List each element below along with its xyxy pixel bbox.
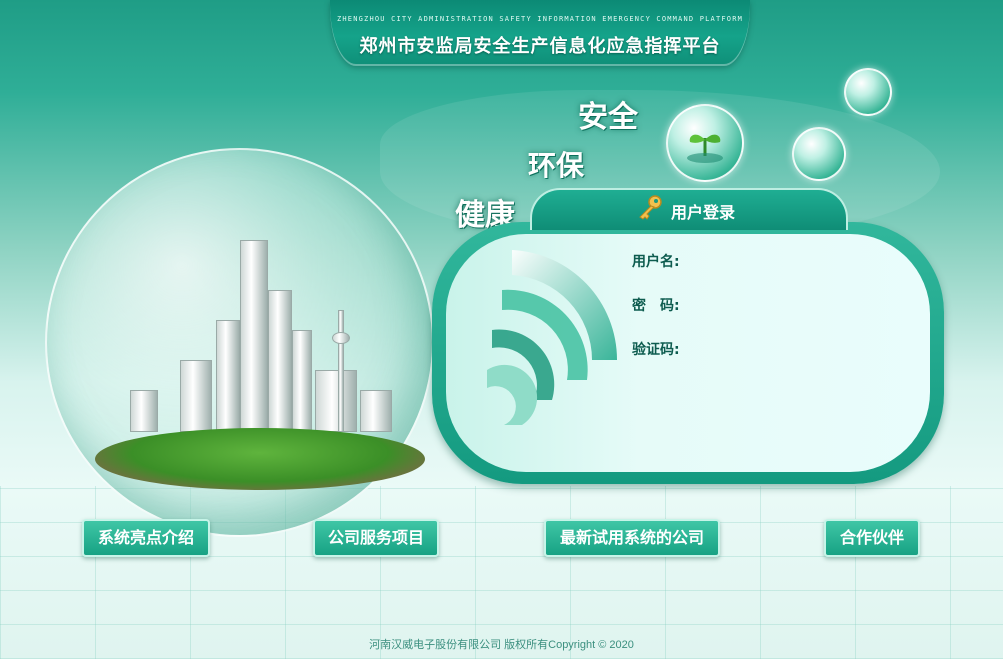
slogan-environment: 环保 <box>528 149 585 182</box>
page-title: 郑州市安监局安全生产信息化应急指挥平台 <box>359 36 721 57</box>
captcha-input[interactable] <box>690 336 899 360</box>
password-label: 密 码: <box>632 298 680 314</box>
services-button[interactable]: 公司服务项目 <box>313 519 439 557</box>
highlights-button[interactable]: 系统亮点介绍 <box>82 519 210 557</box>
city-illustration <box>110 240 410 440</box>
username-input[interactable] <box>690 248 899 272</box>
slogan-safety: 安全 <box>578 100 638 135</box>
captcha-label: 验证码: <box>632 342 680 358</box>
flower-bubble-icon <box>792 127 846 181</box>
password-input[interactable] <box>690 292 899 316</box>
login-title: 用户登录 <box>671 203 736 222</box>
key-icon <box>636 194 664 220</box>
sprout-bubble-icon <box>666 104 744 182</box>
green-island <box>95 428 425 490</box>
username-label: 用户名: <box>632 254 680 270</box>
trial-companies-button[interactable]: 最新试用系统的公司 <box>544 519 720 557</box>
swirl-decoration <box>452 240 622 466</box>
footer-copyright: 河南汉威电子股份有限公司 版权所有Copyright © 2020 <box>369 639 634 651</box>
sprout-icon <box>687 134 723 163</box>
header-subtitle: ZHENGZHOU CITY ADMINISTRATION SAFETY INF… <box>336 15 744 23</box>
small-bubble-icon <box>844 68 892 116</box>
partners-button[interactable]: 合作伙伴 <box>824 519 920 557</box>
